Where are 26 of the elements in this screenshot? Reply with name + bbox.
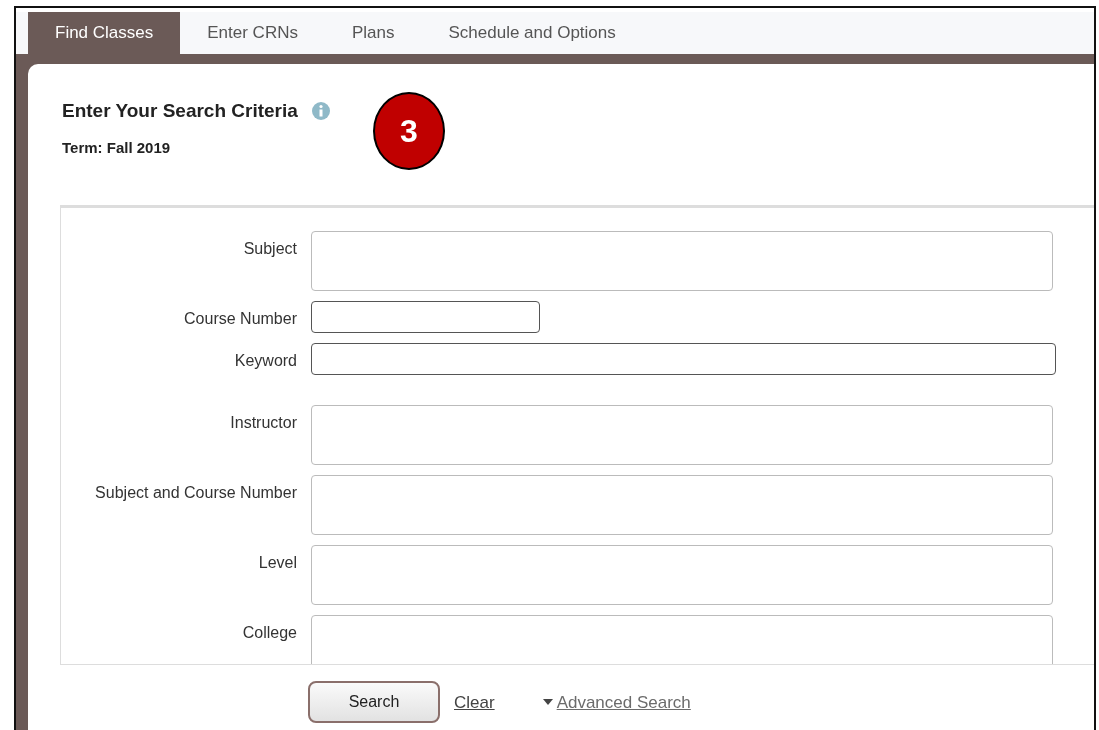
section-heading: Enter Your Search Criteria — [62, 100, 298, 123]
input-field[interactable] — [311, 475, 1053, 536]
tab[interactable]: Find Classes — [28, 12, 181, 54]
tab[interactable]: Plans — [324, 12, 422, 54]
input-field[interactable] — [311, 343, 1056, 376]
info-icon[interactable] — [311, 102, 330, 121]
input-field[interactable] — [311, 231, 1053, 292]
field-label: Level — [257, 553, 298, 574]
field-label: Instructor — [229, 413, 298, 434]
input-field[interactable] — [311, 545, 1053, 606]
field-label: Keyword — [233, 351, 298, 372]
input-field[interactable] — [311, 301, 540, 334]
step-number-badge: 3 — [373, 92, 445, 170]
field-label: College — [241, 623, 298, 644]
advanced-search-link[interactable]: Advanced Search — [556, 689, 691, 716]
input-field[interactable] — [311, 405, 1053, 466]
input-field[interactable] — [311, 615, 1053, 665]
search-button[interactable]: Search — [308, 681, 440, 724]
caret-icon[interactable] — [542, 699, 553, 706]
tab[interactable]: Enter CRNs — [180, 12, 325, 54]
field-label: Subject and Course Number — [94, 483, 298, 504]
term-label: Term: Fall 2019 — [62, 137, 171, 158]
field-label: Course Number — [183, 309, 298, 330]
clear-link[interactable]: Clear — [454, 689, 495, 716]
field-label: Subject — [242, 239, 298, 260]
tab[interactable]: Schedule and Options — [421, 12, 643, 54]
